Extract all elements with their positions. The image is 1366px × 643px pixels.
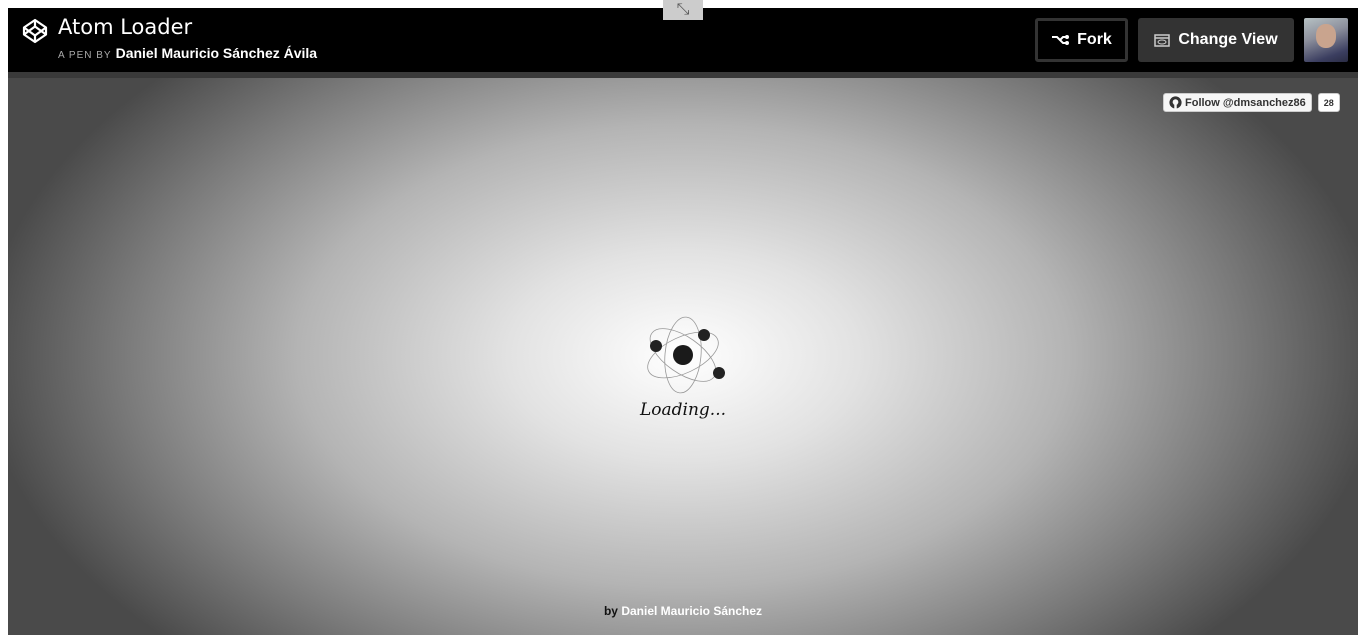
pen-preview: Follow @dmsanchez86 28 Loading... by Dan…: [8, 78, 1358, 635]
github-follow-count[interactable]: 28: [1317, 93, 1340, 112]
collapse-icon[interactable]: ⤡: [663, 0, 703, 20]
github-follow-widget: Follow @dmsanchez86 28: [1163, 93, 1340, 112]
credit-line: by Daniel Mauricio Sánchez: [8, 604, 1358, 618]
change-view-button[interactable]: Change View: [1138, 18, 1294, 62]
user-avatar[interactable]: [1304, 18, 1348, 62]
change-view-icon: [1154, 33, 1171, 47]
fork-icon: [1052, 35, 1070, 45]
codepen-logo-icon[interactable]: [22, 18, 48, 44]
author-link[interactable]: Daniel Mauricio Sánchez Ávila: [116, 45, 318, 61]
github-icon: [1169, 96, 1182, 109]
github-follow-button[interactable]: Follow @dmsanchez86: [1163, 93, 1312, 112]
loading-text: Loading...: [639, 400, 727, 420]
byline-prefix: A PEN BY: [58, 50, 112, 61]
pen-title: Atom Loader: [58, 15, 193, 39]
pen-byline: A PEN BY Daniel Mauricio Sánchez Ávila: [58, 45, 317, 61]
credit-name: Daniel Mauricio Sánchez: [621, 604, 763, 618]
atom-loader-icon: [647, 316, 725, 394]
github-follow-label: Follow @dmsanchez86: [1185, 96, 1306, 109]
fork-button[interactable]: Fork: [1035, 18, 1128, 62]
fork-label: Fork: [1077, 31, 1112, 48]
credit-prefix: by: [603, 604, 618, 618]
change-view-label: Change View: [1178, 31, 1278, 48]
